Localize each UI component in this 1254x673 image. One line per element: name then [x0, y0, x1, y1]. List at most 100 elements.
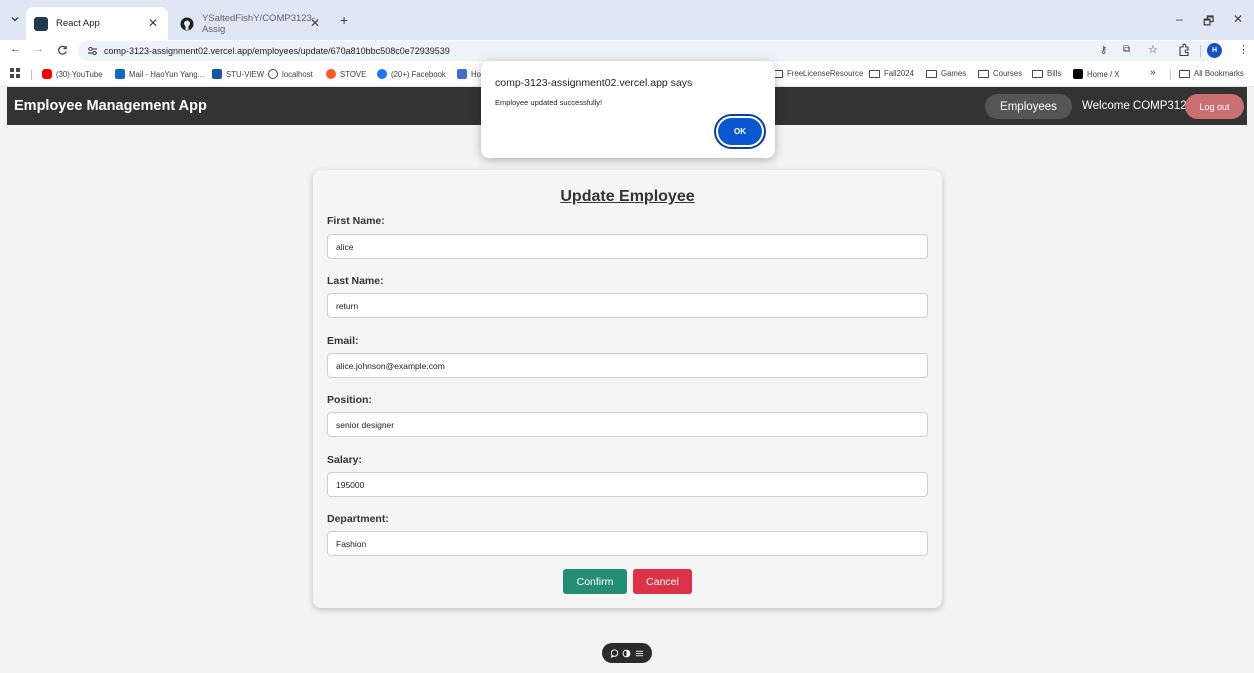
bookmark-all-bookmarks[interactable]: All Bookmarks: [1179, 69, 1244, 78]
bookmark-label: Fall2024: [884, 69, 914, 78]
email-input[interactable]: alice.johnson@example.com: [327, 353, 928, 378]
password-key-icon[interactable]: ⚷: [1100, 45, 1107, 56]
logout-button[interactable]: Log out: [1185, 94, 1244, 119]
browser-tab-strip: React App ✕ YSaltedFishY/COMP3123-Assig …: [0, 0, 1254, 40]
outlook-icon: [115, 69, 125, 79]
address-bar[interactable]: comp-3123-assignment02.vercel.app/employ…: [78, 41, 1218, 61]
bookmark-label: Mail - HaoYun Yang...: [129, 69, 205, 79]
department-label: Department:: [327, 513, 389, 525]
youtube-icon: [42, 69, 52, 79]
folder-icon: [978, 69, 989, 78]
bookmark-stu-view[interactable]: STU-VIEW: [212, 69, 264, 79]
install-app-icon[interactable]: ⧉: [1123, 44, 1130, 55]
ok-button[interactable]: OK: [718, 118, 762, 145]
bookmark-label: (30) YouTube: [56, 69, 103, 79]
confirm-button[interactable]: Confirm: [563, 569, 627, 594]
bookmark-ho[interactable]: Ho: [457, 69, 481, 79]
position-input[interactable]: senior designer: [327, 412, 928, 437]
folder-icon: [869, 69, 880, 78]
folder-icon: [926, 69, 937, 78]
salary-label: Salary:: [327, 454, 363, 466]
bookmark-label: FreeLicenseResource: [787, 69, 864, 78]
bookmark-divider: [31, 69, 32, 80]
tab-github[interactable]: YSaltedFishY/COMP3123-Assig ✕: [170, 7, 330, 40]
bookmark-facebook[interactable]: (20+) Facebook: [377, 69, 446, 79]
bookmark-label: STOVE: [340, 69, 367, 79]
apps-grid-icon[interactable]: [10, 68, 20, 78]
back-arrow-icon[interactable]: ←: [10, 43, 21, 55]
bookmark-label: localhost: [282, 69, 313, 79]
bookmark-bills[interactable]: Bills: [1032, 69, 1061, 78]
site-info-icon[interactable]: [87, 46, 98, 56]
stove-icon: [326, 69, 336, 79]
last-name-label: Last Name:: [327, 275, 384, 287]
profile-avatar[interactable]: H: [1207, 43, 1222, 58]
department-input[interactable]: Fashion: [327, 531, 928, 556]
bookmark-courses[interactable]: Courses: [978, 69, 1022, 78]
bookmark-label: Games: [941, 69, 967, 78]
position-label: Position:: [327, 394, 372, 406]
bookmark-divider: [1170, 69, 1171, 80]
bookmark-fall2024[interactable]: Fall2024: [869, 69, 914, 78]
bookmark-mail[interactable]: Mail - HaoYun Yang...: [115, 69, 204, 79]
bookmark-youtube[interactable]: (30) YouTube: [42, 69, 103, 79]
bookmark-label: Ho: [471, 69, 481, 79]
bookmarks-overflow-icon[interactable]: »: [1150, 67, 1156, 78]
app-brand[interactable]: Employee Management App: [14, 98, 207, 114]
forward-arrow-icon[interactable]: →: [33, 43, 44, 55]
floating-toolbar: [602, 643, 652, 663]
restore-icon[interactable]: 🗗: [1203, 12, 1214, 33]
form-title: Update Employee: [560, 188, 695, 205]
email-label: Email:: [327, 335, 359, 347]
folder-icon: [1032, 69, 1043, 78]
stu-view-icon: [212, 69, 222, 79]
github-icon: [180, 17, 194, 31]
globe-icon: [268, 69, 278, 79]
bookmark-star-icon[interactable]: ☆: [1148, 43, 1158, 56]
dialog-message: Employee updated successfully!: [495, 98, 603, 107]
bookmark-localhost[interactable]: localhost: [268, 69, 313, 79]
employees-nav-button[interactable]: Employees: [985, 94, 1072, 119]
first-name-input[interactable]: alice: [327, 234, 928, 259]
toolbar-divider: [1200, 45, 1201, 57]
last-name-input[interactable]: return: [327, 293, 928, 318]
cancel-button[interactable]: Cancel: [633, 569, 692, 594]
bookmark-label: Courses: [993, 69, 1023, 78]
comment-icon[interactable]: [610, 648, 619, 658]
bookmark-home-x[interactable]: Home / X: [1073, 69, 1120, 79]
bookmark-label: All Bookmarks: [1194, 69, 1244, 78]
settings-sliders-icon[interactable]: [635, 649, 644, 658]
extensions-puzzle-icon[interactable]: [1178, 43, 1190, 57]
browser-toolbar: ← → comp-3123-assignment02.vercel.app/em…: [0, 40, 1254, 62]
salary-input[interactable]: 195000: [327, 472, 928, 497]
bookmark-label: Bills: [1047, 69, 1062, 78]
reload-icon[interactable]: [57, 45, 68, 56]
dialog-title: comp-3123-assignment02.vercel.app says: [495, 77, 693, 89]
alert-dialog: comp-3123-assignment02.vercel.app says E…: [481, 61, 775, 158]
bookmark-games[interactable]: Games: [926, 69, 966, 78]
first-name-label: First Name:: [327, 215, 385, 227]
toggle-icon[interactable]: [622, 649, 631, 658]
tab-search-chevron-icon[interactable]: [10, 14, 20, 24]
browser-menu-icon[interactable]: ⋮: [1238, 43, 1249, 56]
welcome-text: Welcome COMP3123: [1082, 100, 1193, 112]
x-logo-icon: [1073, 69, 1083, 79]
bookmark-label: (20+) Facebook: [391, 69, 446, 79]
tab-react-app[interactable]: React App ✕: [26, 7, 168, 40]
new-tab-plus-icon[interactable]: +: [340, 12, 348, 28]
react-app-favicon-icon: [34, 16, 48, 31]
facebook-icon: [377, 69, 387, 79]
bookmark-label: STU-VIEW: [226, 69, 265, 79]
bookmark-label: Home / X: [1087, 69, 1120, 79]
url-text: comp-3123-assignment02.vercel.app/employ…: [104, 46, 450, 56]
tab-title: React App: [56, 18, 100, 29]
tab-close-icon[interactable]: ✕: [310, 16, 320, 30]
tab-close-icon[interactable]: ✕: [148, 16, 158, 30]
bookmark-stove[interactable]: STOVE: [326, 69, 366, 79]
folder-icon: [1179, 69, 1190, 78]
close-window-icon[interactable]: ✕: [1233, 12, 1243, 26]
update-employee-form: Update Employee First Name: alice Last N…: [313, 170, 942, 608]
minimize-icon[interactable]: –: [1176, 12, 1183, 26]
page-viewport: Employee Management App Employees Welcom…: [0, 87, 1254, 673]
bookmark-freelicense[interactable]: FreeLicenseResource: [772, 69, 863, 78]
